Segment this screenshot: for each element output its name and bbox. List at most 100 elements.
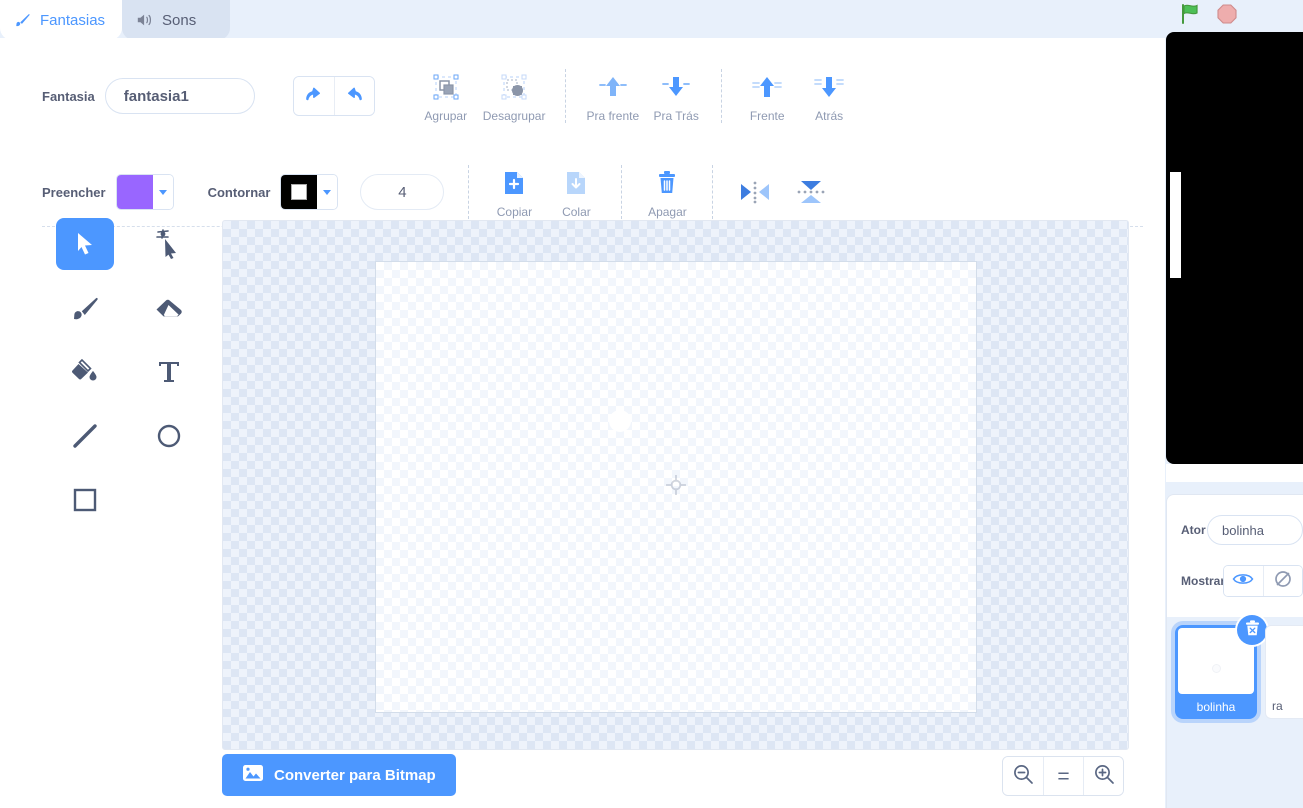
copy-button[interactable]: Copiar [483,166,545,219]
redo-button[interactable] [333,77,374,115]
image-icon [242,763,264,787]
undo-redo-group [292,76,375,116]
tab-fantasias[interactable]: Fantasias [0,0,122,40]
forward-label: Pra frente [586,108,640,123]
chevron-down-icon [152,175,173,209]
sprite-list: bolinha ra [1167,615,1303,808]
circle-icon [156,423,182,449]
delete-button[interactable]: Apagar [636,166,698,219]
tab-bar: Fantasias Sons [0,0,1165,40]
reshape-tool[interactable] [140,218,198,270]
stage-preview[interactable] [1166,32,1303,464]
line-icon [71,422,99,450]
sprite-name-label: ra [1272,699,1283,713]
stage-below-strip [1166,464,1303,482]
sprite-info: Ator Mostrar [1167,495,1303,617]
visibility-toggle-group [1223,565,1303,597]
rectangle-tool[interactable] [56,474,114,526]
fill-tool[interactable] [56,346,114,398]
zoom-out-icon [1012,763,1034,790]
tab-sons[interactable]: Sons [122,0,230,40]
select-tool[interactable] [56,218,114,270]
outline-color-picker[interactable] [280,174,339,210]
stage-control-bar [1165,0,1303,32]
sprite-name-label: bolinha [1196,700,1236,714]
zoom-reset-button[interactable]: = [1043,757,1083,795]
hide-sprite-button[interactable] [1262,566,1302,596]
chevron-down-icon [317,175,338,209]
actor-name-row: Ator [1181,515,1303,545]
divider [721,69,723,123]
show-sprite-button[interactable] [1224,566,1263,596]
group-button[interactable]: Agrupar [415,70,477,123]
eraser-tool[interactable] [140,282,198,334]
rectangle-icon [72,487,98,513]
group-icon [431,70,461,104]
front-icon [750,70,784,104]
text-tool[interactable] [140,346,198,398]
costume-name-label: Fantasia [42,88,95,104]
front-button[interactable]: Frente [736,70,798,123]
forward-button[interactable]: Pra frente [580,70,645,123]
trash-badge-icon [1244,619,1261,642]
backward-button[interactable]: Pra Trás [645,70,707,123]
green-flag-icon[interactable] [1179,2,1203,31]
flip-horizontal-icon [738,175,772,209]
paint-bucket-icon [70,358,100,386]
paint-canvas[interactable] [222,220,1129,750]
sprite-thumbnail [1268,628,1303,694]
sprite-card-next[interactable]: ra [1265,625,1303,719]
front-label: Frente [749,108,785,123]
crosshair-icon [665,474,687,496]
undo-button[interactable] [293,77,334,115]
paintbrush-icon [14,11,32,29]
zoom-in-button[interactable] [1083,757,1123,795]
outline-label: Contornar [207,184,271,200]
redo-arrow-icon [342,84,366,109]
eye-slash-icon [1272,569,1294,594]
flip-vertical-button[interactable] [783,175,839,209]
divider [621,165,623,219]
brush-tool[interactable] [56,282,114,334]
tool-palette [56,218,216,526]
paste-button[interactable]: Colar [545,166,607,219]
flip-horizontal-button[interactable] [727,175,783,209]
tab-label: Sons [162,11,197,29]
sprite-card-bolinha[interactable]: bolinha [1175,615,1267,719]
actor-label: Ator [1181,523,1206,537]
stop-sign-icon[interactable] [1215,2,1239,31]
divider [468,165,470,219]
show-label: Mostrar [1181,574,1226,588]
eye-icon [1232,571,1254,592]
back-icon [812,70,846,104]
actor-name-input[interactable] [1207,515,1303,545]
back-label: Atrás [815,108,844,123]
stroke-width-input[interactable] [360,174,445,210]
zoom-out-button[interactable] [1003,757,1043,795]
undo-arrow-icon [302,84,326,109]
eraser-icon [154,296,184,320]
backward-label: Pra Trás [653,108,699,123]
delete-sprite-button[interactable] [1237,615,1267,645]
forward-icon [597,70,629,104]
zoom-reset-label: = [1057,764,1070,788]
fill-label: Preencher [42,184,106,200]
divider [565,69,567,123]
convert-to-bitmap-button[interactable]: Converter para Bitmap [222,754,456,796]
tab-label: Fantasias [40,11,106,29]
zoom-controls: = [1002,756,1124,796]
costume-shape-ball[interactable] [609,410,631,432]
backward-icon [660,70,692,104]
circle-tool[interactable] [140,410,198,462]
fill-color-picker[interactable] [115,174,174,210]
convert-to-bitmap-label: Converter para Bitmap [274,766,436,784]
text-t-icon [156,358,182,386]
ungroup-button[interactable]: Desagrupar [477,70,552,123]
flip-vertical-icon [794,175,828,209]
stage-paddle [1170,172,1181,278]
line-tool[interactable] [56,410,114,462]
back-button[interactable]: Atrás [798,70,860,123]
costume-name-input[interactable] [104,78,255,114]
sprite-thumbnail-shape [1211,663,1221,673]
speaker-icon [136,12,154,28]
